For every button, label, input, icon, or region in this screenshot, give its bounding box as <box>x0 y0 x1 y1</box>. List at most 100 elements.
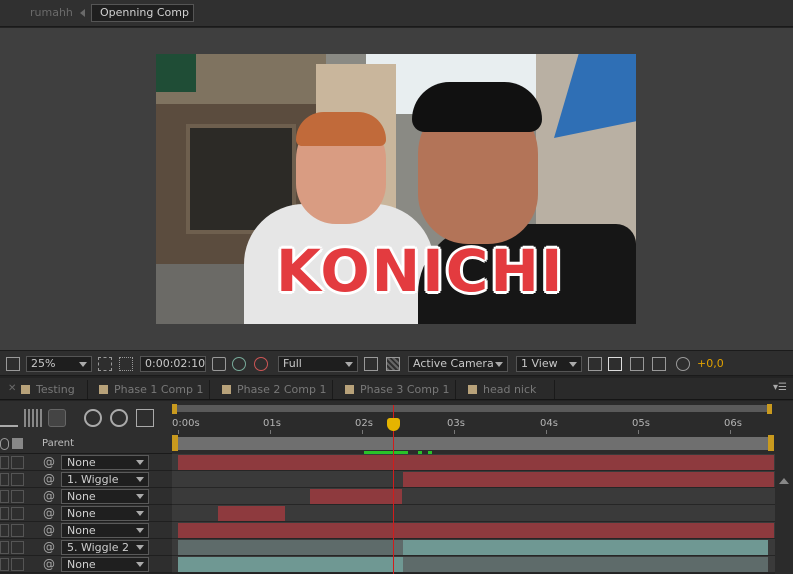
layer-track[interactable] <box>172 488 793 505</box>
navigator-end-handle[interactable] <box>768 435 774 451</box>
current-time-field[interactable]: 0:00:02:10 <box>140 356 206 372</box>
layer-row[interactable]: @ None <box>0 454 793 471</box>
layer-switch[interactable] <box>11 558 24 571</box>
time-navigator-bar[interactable] <box>178 437 770 450</box>
parent-dropdown[interactable]: None <box>61 557 149 572</box>
layer-duration-bar[interactable] <box>403 472 774 487</box>
camera-snapshot-icon[interactable] <box>212 357 226 371</box>
layer-row[interactable]: @ 5. Wiggle 2 <box>0 539 793 556</box>
flowchart-icon[interactable] <box>652 357 666 371</box>
layer-duration-bar[interactable] <box>218 506 285 521</box>
zoom-dropdown[interactable]: 25% <box>26 356 92 372</box>
pick-whip-icon[interactable]: @ <box>43 489 55 503</box>
layer-switch[interactable] <box>11 456 24 469</box>
parent-dropdown[interactable]: None <box>61 506 149 521</box>
live-update-icon[interactable] <box>0 409 18 427</box>
view-layout-dropdown[interactable]: 1 View <box>516 356 582 372</box>
tab-phase-3-comp-1[interactable]: Phase 3 Comp 1 <box>338 380 456 399</box>
layer-row[interactable]: @ None <box>0 488 793 505</box>
comp-settings-icon[interactable] <box>630 357 644 371</box>
toggle-pixel-aspect-icon[interactable] <box>588 357 602 371</box>
resolution-dropdown[interactable]: Full <box>278 356 358 372</box>
layer-track[interactable] <box>172 539 793 556</box>
layer-switch[interactable] <box>0 541 9 554</box>
parent-dropdown[interactable]: None <box>61 455 149 470</box>
work-area-bar[interactable] <box>174 405 770 412</box>
composition-viewer[interactable]: KONICHI <box>0 28 793 350</box>
layer-switch[interactable] <box>0 558 9 571</box>
layer-duration-bar[interactable] <box>178 455 774 470</box>
layer-duration-bar-dim[interactable] <box>178 540 403 555</box>
show-snapshot-icon[interactable] <box>232 357 246 371</box>
breadcrumb-active-comp[interactable]: Openning Comp <box>91 4 194 22</box>
breadcrumb-root[interactable]: rumahh <box>30 6 73 19</box>
layer-track[interactable] <box>172 471 793 488</box>
solo-icon[interactable] <box>0 438 9 450</box>
layer-row[interactable]: @ 1. Wiggle <box>0 471 793 488</box>
layer-row[interactable]: @ None <box>0 505 793 522</box>
time-ruler[interactable]: 0:00s 01s 02s 03s 04s 05s 06s <box>172 401 793 435</box>
layer-switch[interactable] <box>11 507 24 520</box>
timer-icon[interactable] <box>110 409 128 427</box>
layer-switch[interactable] <box>0 456 9 469</box>
layer-duration-bar[interactable] <box>178 523 774 538</box>
tab-phase-2-comp-1[interactable]: Phase 2 Comp 1 <box>215 380 333 399</box>
playhead-handle[interactable] <box>387 418 400 431</box>
panel-menu-icon[interactable]: ▾☰ <box>773 382 787 393</box>
tab-head-nick[interactable]: head nick <box>461 380 555 399</box>
composition-frame[interactable]: KONICHI <box>156 54 636 324</box>
pick-whip-icon[interactable]: @ <box>43 455 55 469</box>
time-navigator[interactable] <box>172 434 793 454</box>
pick-whip-icon[interactable]: @ <box>43 506 55 520</box>
pick-whip-icon[interactable]: @ <box>43 557 55 571</box>
navigator-start-handle[interactable] <box>172 435 178 451</box>
region-of-interest-icon[interactable] <box>119 357 133 371</box>
layer-switch[interactable] <box>0 507 9 520</box>
fast-preview-icon[interactable] <box>364 357 378 371</box>
layer-switch[interactable] <box>0 524 9 537</box>
layer-track[interactable] <box>172 454 793 471</box>
layer-switch[interactable] <box>11 490 24 503</box>
layer-switch[interactable] <box>11 541 24 554</box>
brainstorm-icon[interactable] <box>84 409 102 427</box>
layer-track[interactable] <box>172 522 793 539</box>
layer-switch[interactable] <box>11 473 24 486</box>
breadcrumb-arrow-icon[interactable] <box>80 9 85 17</box>
always-preview-icon[interactable] <box>6 357 20 371</box>
parent-dropdown[interactable]: None <box>61 523 149 538</box>
layer-duration-bar[interactable] <box>310 489 402 504</box>
pick-whip-icon[interactable]: @ <box>43 523 55 537</box>
parent-dropdown[interactable]: 1. Wiggle <box>61 472 149 487</box>
layer-track[interactable] <box>172 556 793 573</box>
exposure-icon[interactable] <box>676 357 690 371</box>
layer-duration-bar[interactable] <box>403 540 768 555</box>
exposure-value[interactable]: +0,0 <box>697 357 724 370</box>
work-area-start-handle[interactable] <box>172 404 177 414</box>
lock-icon[interactable] <box>12 438 23 449</box>
motion-blur-icon[interactable] <box>48 409 66 427</box>
parent-dropdown[interactable]: 5. Wiggle 2 <box>61 540 149 555</box>
layer-track[interactable] <box>172 505 793 522</box>
channel-icon[interactable] <box>254 357 268 371</box>
tab-testing[interactable]: Testing <box>14 380 88 399</box>
parent-dropdown[interactable]: None <box>61 489 149 504</box>
fit-icon[interactable] <box>98 357 112 371</box>
graph-editor-icon[interactable] <box>136 409 154 427</box>
layer-switch[interactable] <box>11 524 24 537</box>
layer-duration-bar-dim[interactable] <box>403 557 768 572</box>
transparency-grid-icon[interactable] <box>386 357 400 371</box>
layer-row[interactable]: @ None <box>0 556 793 573</box>
camera-view-dropdown[interactable]: Active Camera <box>408 356 508 372</box>
pick-whip-icon[interactable]: @ <box>43 472 55 486</box>
layer-switch[interactable] <box>0 473 9 486</box>
layer-duration-bar[interactable] <box>178 557 403 572</box>
scroll-up-icon[interactable] <box>779 478 789 484</box>
render-preview-icon[interactable] <box>608 357 622 371</box>
layer-row[interactable]: @ None <box>0 522 793 539</box>
work-area-end-handle[interactable] <box>767 404 772 414</box>
tab-phase-1-comp-1[interactable]: Phase 1 Comp 1 <box>92 380 210 399</box>
frame-blending-icon[interactable] <box>24 409 42 427</box>
pick-whip-icon[interactable]: @ <box>43 540 55 554</box>
timeline-scrollbar[interactable] <box>775 454 793 574</box>
layer-switch[interactable] <box>0 490 9 503</box>
